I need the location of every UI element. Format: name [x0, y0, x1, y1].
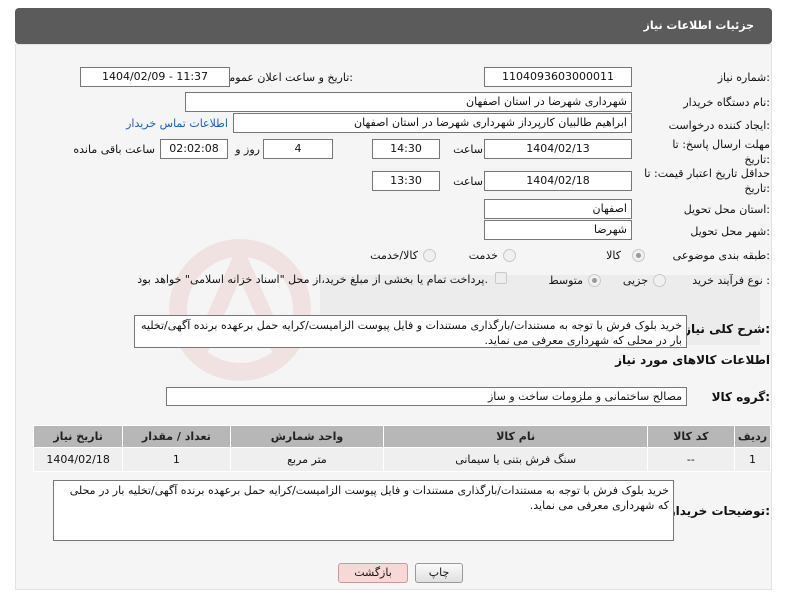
goods-section-heading: اطلاعات کالاهای مورد نیاز: [615, 353, 770, 367]
deadline-time-field: 14:30: [372, 139, 440, 159]
col-header-row-num: ردیف: [733, 425, 772, 448]
category-service-radio[interactable]: [503, 249, 516, 262]
remaining-label: ساعت باقی مانده: [73, 143, 155, 156]
cell-qty: 1: [122, 447, 231, 472]
purchase-medium-radio[interactable]: [588, 274, 601, 287]
description-textarea[interactable]: خرید بلوک فرش با توجه به مستندات/بارگذار…: [134, 315, 687, 348]
price-valid-time-label: ساعت: [453, 175, 483, 188]
category-goods-service-radio[interactable]: [423, 249, 436, 262]
deadline-label: مهلت ارسال پاسخ: تا تاریخ:: [672, 138, 770, 166]
purchase-type-label: نوع فرآیند خرید :: [692, 274, 770, 287]
purchase-medium-label: متوسط: [548, 274, 583, 287]
table-row: 1 -- سنگ فرش بتنی یا سیمانی متر مربع 1 1…: [32, 447, 772, 472]
price-valid-label: حداقل تاریخ اعتبار قیمت: تا تاریخ:: [644, 167, 770, 195]
treasury-payment-checkbox[interactable]: [495, 272, 507, 284]
col-header-code: کد کالا: [646, 425, 735, 448]
announce-field: 1404/02/09 - 11:37: [80, 67, 230, 87]
goods-table: ردیف کد کالا نام کالا واحد شمارش تعداد /…: [32, 425, 772, 472]
cell-name: سنگ فرش بتنی یا سیمانی: [383, 447, 648, 472]
days-label: روز و: [235, 143, 260, 156]
category-goods-label: کالا: [606, 249, 621, 262]
province-field: اصفهان: [484, 199, 632, 219]
table-header-row: ردیف کد کالا نام کالا واحد شمارش تعداد /…: [32, 425, 772, 448]
buyer-contact-link[interactable]: اطلاعات تماس خریدار: [126, 117, 228, 130]
buyer-notes-textarea[interactable]: خرید بلوک فرش با توجه به مستندات/بارگذار…: [53, 480, 674, 541]
col-header-unit: واحد شمارش: [229, 425, 385, 448]
category-service-label: خدمت: [468, 249, 498, 262]
goods-group-label: گروه کالا:: [711, 390, 770, 404]
deadline-time-label: ساعت: [453, 143, 483, 156]
days-field: 4: [263, 139, 333, 159]
creator-label: ایجاد کننده درخواست:: [668, 119, 770, 132]
category-goods-radio[interactable]: [632, 249, 645, 262]
need-number-field: 1104093603000011: [484, 67, 632, 87]
deadline-date-field: 1404/02/13: [484, 139, 632, 159]
buyer-org-field: شهرداری شهرضا در استان اصفهان: [185, 92, 632, 112]
back-button[interactable]: بازگشت: [338, 563, 408, 583]
page-title: جزئیات اطلاعات نیاز: [15, 8, 772, 44]
price-valid-time-field: 13:30: [372, 171, 440, 191]
purchase-partial-label: جزیی: [622, 274, 648, 287]
remaining-time-field: 02:02:08: [160, 139, 228, 159]
announce-label: تاریخ و ساعت اعلان عمومی:: [220, 71, 353, 84]
price-valid-date-field: 1404/02/18: [484, 171, 632, 191]
description-label: شرح کلی نیاز:: [684, 322, 770, 336]
category-label: طبقه بندی موضوعی:: [672, 249, 770, 262]
col-header-qty: تعداد / مقدار: [122, 425, 231, 448]
city-field: شهرضا: [484, 220, 632, 240]
cell-row-num: 1: [733, 447, 772, 472]
province-label: استان محل تحویل:: [683, 203, 770, 216]
cell-unit: متر مربع: [229, 447, 385, 472]
buyer-notes-label: توضیحات خریدار:: [668, 504, 770, 518]
col-header-date: تاریخ نیاز: [32, 425, 124, 448]
col-header-name: نام کالا: [383, 425, 648, 448]
print-button[interactable]: چاپ: [415, 563, 463, 583]
page: جزئیات اطلاعات نیاز شماره نیاز: 11040936…: [0, 0, 788, 598]
cell-date: 1404/02/18: [32, 447, 124, 472]
creator-field: ابراهیم طالبیان کارپرداز شهرداری شهرضا د…: [233, 113, 632, 133]
city-label: شهر محل تحویل:: [690, 225, 770, 238]
buyer-org-label: نام دستگاه خریدار:: [683, 96, 770, 109]
purchase-partial-radio[interactable]: [653, 274, 666, 287]
cell-code: --: [646, 447, 735, 472]
category-goods-service-label: کالا/خدمت: [370, 249, 418, 262]
goods-group-field: مصالح ساختمانی و ملزومات ساخت و ساز: [166, 387, 687, 406]
need-number-label: شماره نیاز:: [717, 71, 770, 84]
treasury-payment-note: پرداخت تمام یا بخشی از مبلغ خرید،از محل …: [137, 273, 488, 286]
